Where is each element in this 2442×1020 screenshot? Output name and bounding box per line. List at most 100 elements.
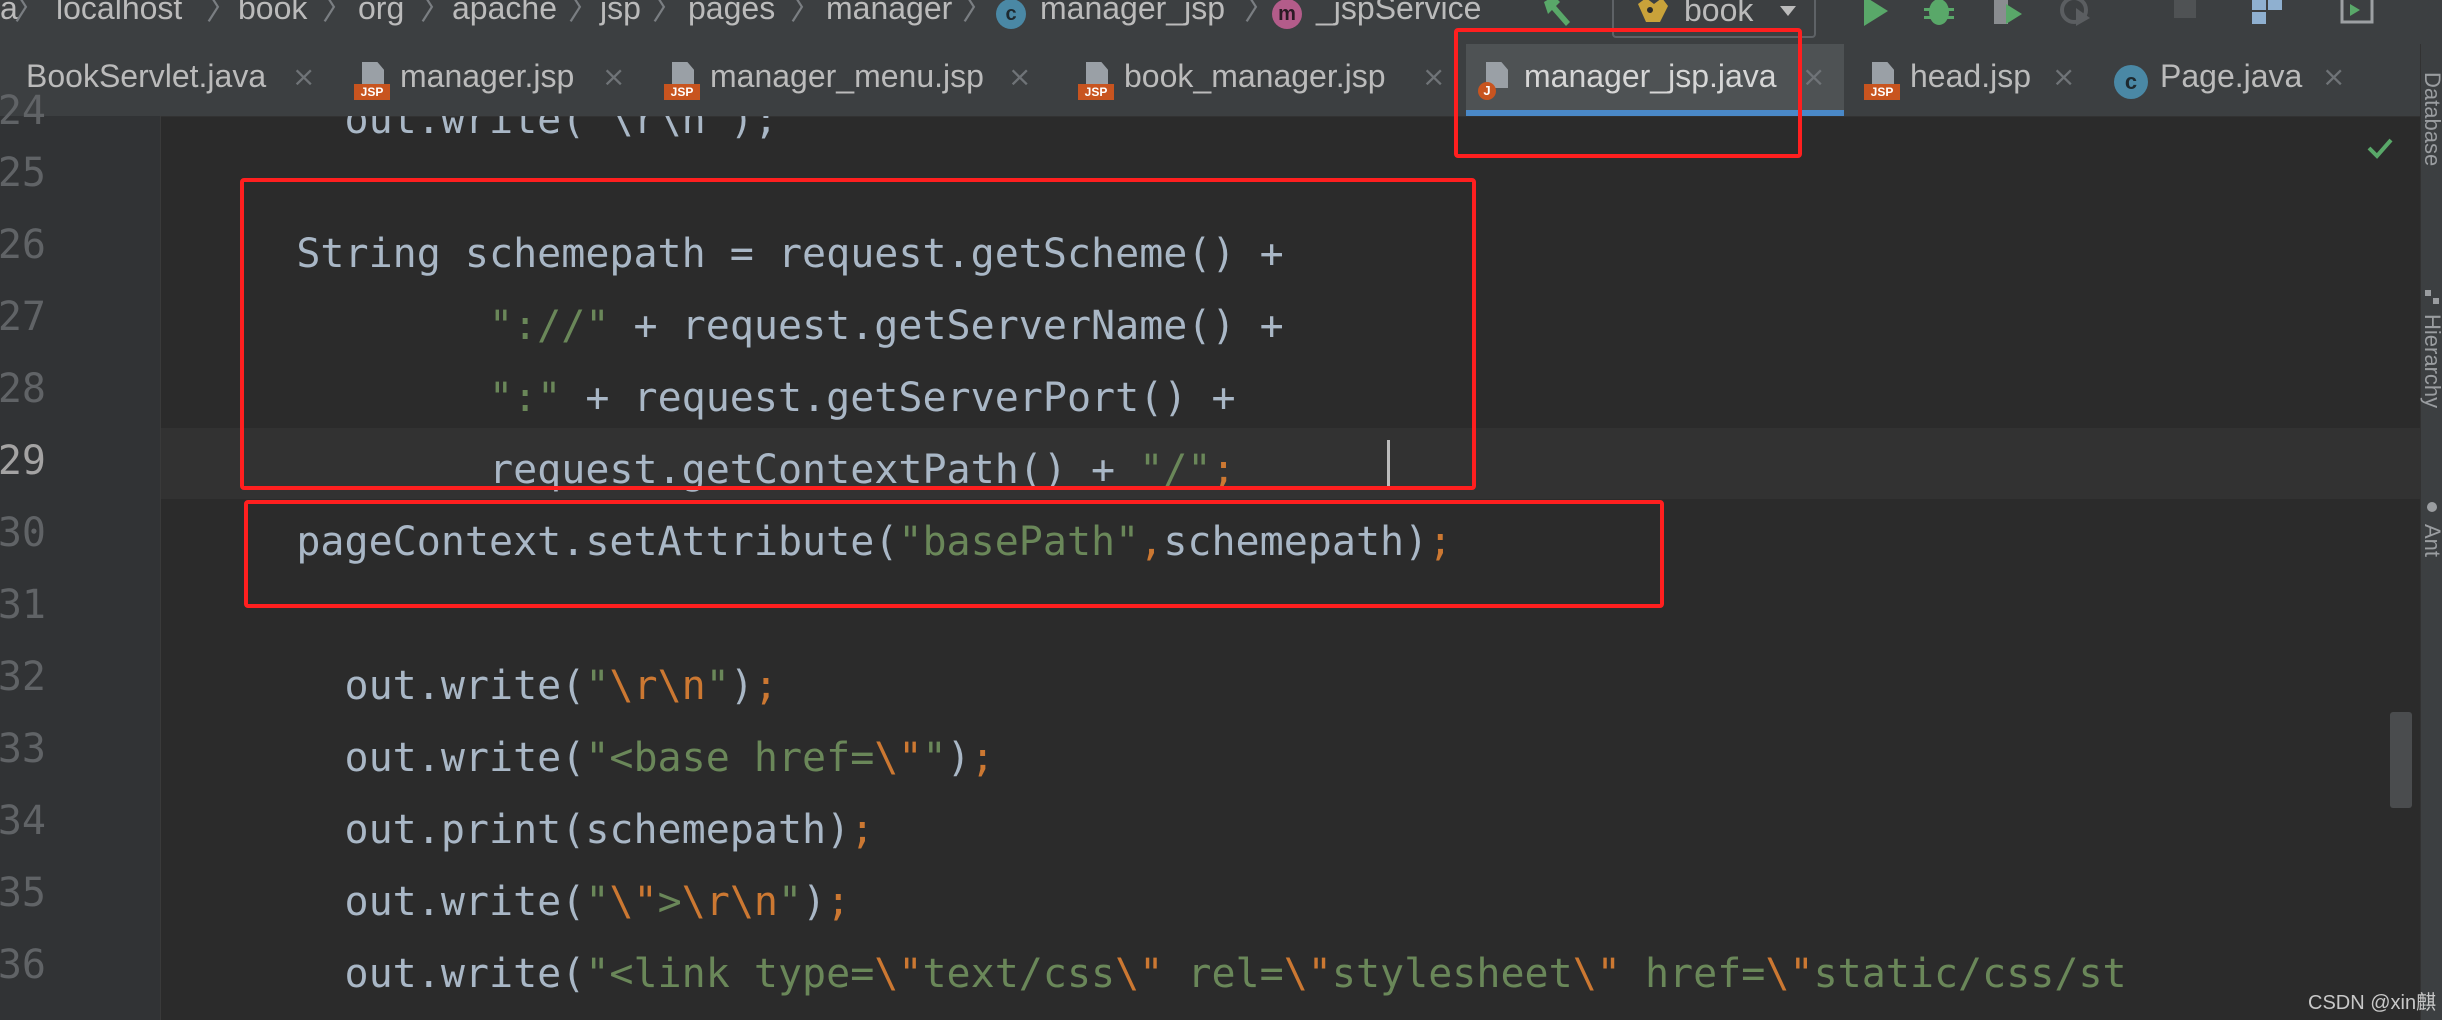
code-line[interactable]: out.write("\r\n"); bbox=[200, 116, 778, 150]
tab-label: BookServlet.java bbox=[26, 58, 267, 94]
code-token: \" bbox=[609, 879, 658, 925]
stop-icon[interactable] bbox=[2168, 0, 2202, 28]
line-number: 26 bbox=[0, 222, 46, 268]
tab-label: manager_menu.jsp bbox=[710, 58, 984, 94]
breadcrumb-item[interactable]: _jspService bbox=[1316, 0, 1481, 30]
tab-manager-jsp[interactable]: JSP manager.jsp × bbox=[342, 44, 644, 116]
code-line[interactable]: out.write("\">\r\n"); bbox=[200, 872, 850, 932]
code-token: href= bbox=[1620, 951, 1766, 997]
breadcrumb-item[interactable]: jsp bbox=[600, 0, 641, 30]
code-token: stylesheet bbox=[1331, 951, 1573, 997]
close-icon[interactable]: × bbox=[292, 60, 315, 93]
side-tab-hierarchy[interactable]: Hierarchy bbox=[2419, 314, 2442, 408]
line-number: 31 bbox=[0, 582, 46, 628]
breadcrumb-item[interactable]: localhost bbox=[56, 0, 182, 30]
code-line[interactable]: out.print(schemepath); bbox=[200, 800, 874, 860]
project-structure-icon[interactable] bbox=[2250, 0, 2284, 28]
close-icon[interactable]: × bbox=[1422, 60, 1445, 93]
line-number: 28 bbox=[0, 366, 46, 412]
annotation-box-setattribute bbox=[244, 500, 1664, 608]
jsp-file-icon: JSP bbox=[1864, 62, 1900, 100]
breadcrumb-item[interactable]: pages bbox=[688, 0, 775, 30]
close-icon[interactable]: × bbox=[2322, 60, 2345, 93]
line-number: 33 bbox=[0, 726, 46, 772]
side-tab-database[interactable]: Database bbox=[2419, 72, 2442, 166]
code-token: " bbox=[585, 663, 610, 709]
breadcrumb-separator: 〉 bbox=[652, 0, 685, 27]
code-token: " bbox=[705, 663, 730, 709]
breadcrumb-separator: 〉 bbox=[206, 0, 239, 27]
debug-icon[interactable] bbox=[1922, 0, 1956, 28]
class-icon: c bbox=[2114, 65, 2148, 99]
close-icon[interactable]: × bbox=[602, 60, 625, 93]
tab-label: Page.java bbox=[2160, 58, 2303, 94]
code-token: out.write( bbox=[200, 663, 586, 709]
code-token: ) bbox=[946, 735, 971, 781]
hierarchy-icon bbox=[2425, 290, 2439, 304]
run-icon[interactable] bbox=[1858, 0, 1892, 28]
code-token: out.write( bbox=[200, 735, 586, 781]
breadcrumb-item[interactable]: book bbox=[238, 0, 307, 30]
tab-label: head.jsp bbox=[1910, 58, 2031, 94]
line-number: 27 bbox=[0, 294, 46, 340]
code-token: \" bbox=[1765, 951, 1814, 997]
build-hammer-icon[interactable] bbox=[1540, 0, 1574, 28]
side-tab-ant[interactable]: Ant bbox=[2419, 524, 2442, 557]
jsp-file-icon: JSP bbox=[1078, 62, 1114, 100]
tab-book-manager-jsp[interactable]: JSP book_manager.jsp × bbox=[1068, 44, 1466, 116]
code-token: static/css/st bbox=[1813, 951, 2127, 997]
code-token: out.write("\r\n"); bbox=[200, 116, 778, 143]
line-number: 36 bbox=[0, 942, 46, 988]
code-token: \" bbox=[874, 951, 923, 997]
breadcrumb-item[interactable]: manager_jsp bbox=[1040, 0, 1225, 30]
code-token: > bbox=[657, 879, 682, 925]
code-line[interactable]: out.write("<base href=\""); bbox=[200, 728, 994, 788]
window-icon[interactable] bbox=[2340, 0, 2374, 28]
code-token: text/css bbox=[922, 951, 1116, 997]
tab-bookservlet-java[interactable]: BookServlet.java × bbox=[0, 44, 330, 116]
run-config-label: book bbox=[1684, 0, 1754, 28]
tomcat-icon bbox=[1638, 0, 1668, 22]
breadcrumb-item[interactable]: apache bbox=[452, 0, 557, 30]
code-token: ; bbox=[826, 879, 851, 925]
line-number: 24 bbox=[0, 88, 46, 134]
line-number: 30 bbox=[0, 510, 46, 556]
code-line[interactable]: out.write("<link type=\"text/css\" rel=\… bbox=[200, 944, 2127, 1004]
breadcrumb: a 〉 localhost 〉 book 〉 org 〉 apache 〉 js… bbox=[0, 0, 2442, 44]
breadcrumb-item[interactable]: manager bbox=[826, 0, 952, 30]
current-line-number: 29 bbox=[0, 438, 46, 484]
line-number: 32 bbox=[0, 654, 46, 700]
breadcrumb-separator: 〉 bbox=[14, 0, 47, 27]
code-line[interactable]: out.write("\r\n"); bbox=[200, 656, 778, 716]
tab-manager-menu-jsp[interactable]: JSP manager_menu.jsp × bbox=[652, 44, 1060, 116]
breadcrumb-separator: 〉 bbox=[790, 0, 823, 27]
editor-tab-bar: BookServlet.java × JSP manager.jsp × JSP… bbox=[0, 44, 2420, 117]
close-icon[interactable]: × bbox=[2052, 60, 2075, 93]
tab-label: book_manager.jsp bbox=[1124, 58, 1386, 94]
code-token: \" bbox=[1572, 951, 1621, 997]
code-token: "<link type= bbox=[585, 951, 875, 997]
coverage-icon[interactable] bbox=[1990, 0, 2024, 28]
code-token: "<base href= bbox=[585, 735, 875, 781]
line-number: 34 bbox=[0, 798, 46, 844]
annotation-box-active-tab bbox=[1454, 28, 1802, 158]
code-token: \r\n bbox=[681, 879, 778, 925]
breadcrumb-item[interactable]: org bbox=[358, 0, 404, 30]
code-token: ) bbox=[802, 879, 827, 925]
code-token: out.write( bbox=[200, 951, 586, 997]
close-icon[interactable]: × bbox=[1008, 60, 1031, 93]
tab-page-java[interactable]: c Page.java × bbox=[2102, 44, 2362, 116]
code-token: out.write( bbox=[200, 879, 586, 925]
close-icon[interactable]: × bbox=[1802, 60, 1825, 93]
profile-icon[interactable] bbox=[2058, 0, 2092, 28]
code-token: " bbox=[778, 879, 803, 925]
watermark: CSDN @xin麒 bbox=[2308, 992, 2437, 1014]
tab-head-jsp[interactable]: JSP head.jsp × bbox=[1852, 44, 2082, 116]
right-tool-strip: Database Hierarchy Ant bbox=[2420, 44, 2442, 1020]
jsp-file-icon: JSP bbox=[664, 62, 700, 100]
vertical-scrollbar-thumb[interactable] bbox=[2390, 712, 2412, 808]
breadcrumb-separator: 〉 bbox=[962, 0, 995, 27]
inspection-ok-check-icon[interactable] bbox=[2366, 136, 2394, 160]
class-icon: c bbox=[996, 0, 1026, 29]
breadcrumb-separator: 〉 bbox=[568, 0, 601, 27]
